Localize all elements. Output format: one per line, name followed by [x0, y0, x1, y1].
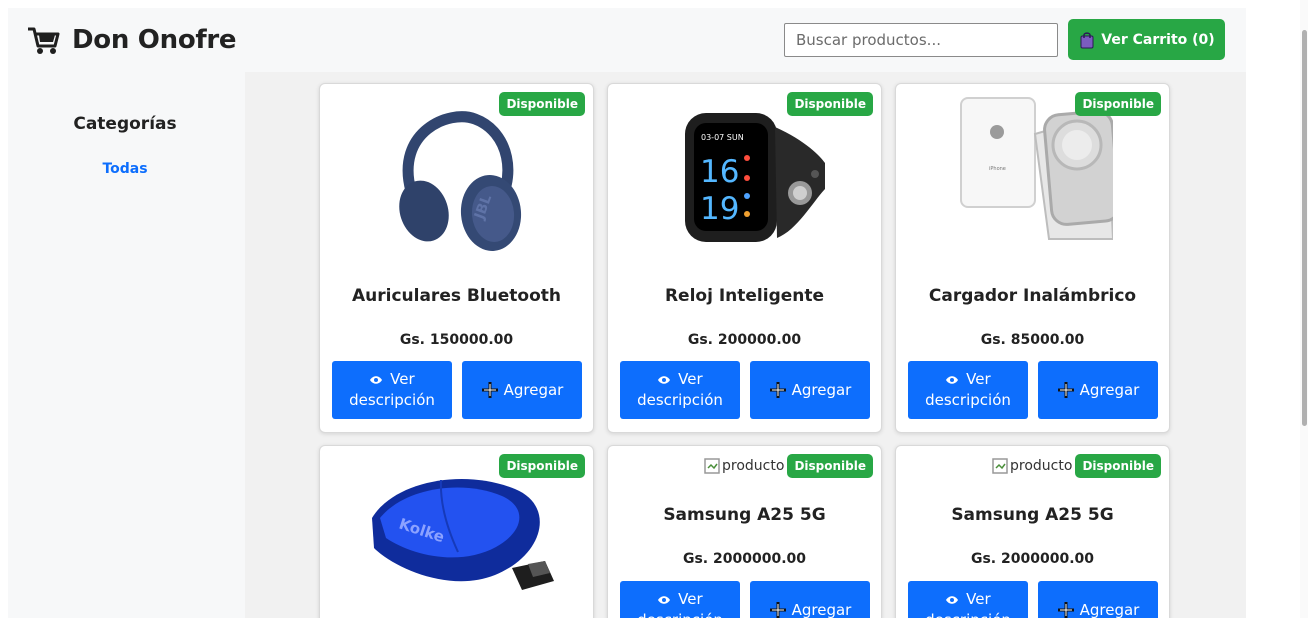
- add-to-cart-button[interactable]: Agregar: [1038, 581, 1158, 618]
- view-description-button[interactable]: Ver descripción: [908, 361, 1028, 419]
- brand[interactable]: Don Onofre: [26, 22, 237, 58]
- view-cart-button[interactable]: Ver Carrito (0): [1068, 19, 1225, 60]
- product-price: Gs. 150000.00: [399, 332, 514, 348]
- broken-product-image: producto: [704, 458, 784, 474]
- shopping-bag-icon: [1080, 31, 1094, 48]
- view-description-label: Ver descripción: [637, 369, 723, 411]
- categories-title: Categorías: [73, 114, 177, 134]
- header: Don Onofre Ver Carrito (0): [8, 8, 1246, 72]
- product-card: Kolke Disponible: [319, 445, 594, 618]
- view-description-button[interactable]: Ver descripción: [908, 581, 1028, 618]
- add-label: Agregar: [503, 380, 564, 399]
- plus-icon: [769, 382, 786, 398]
- availability-badge: Disponible: [787, 92, 873, 116]
- eye-icon: [658, 375, 671, 384]
- plus-icon: [769, 602, 786, 618]
- view-description-label: Ver descripción: [637, 589, 723, 618]
- sidebar: Categorías Todas: [8, 72, 245, 618]
- svg-text:iPhone: iPhone: [989, 166, 1006, 172]
- availability-badge: Disponible: [787, 454, 873, 478]
- view-description-label-line1: Ver: [966, 370, 991, 388]
- image-alt-text: producto: [1010, 458, 1073, 474]
- view-description-label: Ver descripción: [349, 369, 435, 411]
- product-name: Reloj Inteligente: [664, 286, 825, 306]
- product-grid: JBL Disponible Auriculares Bluetooth Gs.…: [245, 72, 1246, 618]
- vertical-scrollbar[interactable]: [1300, 0, 1308, 618]
- view-description-label-line2: descripción: [637, 391, 723, 409]
- view-description-label-line1: Ver: [390, 370, 415, 388]
- category-all-link[interactable]: Todas: [8, 161, 242, 177]
- view-description-button[interactable]: Ver descripción: [332, 361, 452, 419]
- view-description-label-line1: Ver: [678, 370, 703, 388]
- view-description-button[interactable]: Ver descripción: [620, 581, 740, 618]
- view-description-label-line2: descripción: [349, 391, 435, 409]
- product-price: Gs. 85000.00: [980, 332, 1085, 348]
- view-description-label-line2: descripción: [637, 611, 723, 618]
- add-to-cart-button[interactable]: Agregar: [750, 361, 870, 419]
- view-description-label-line1: Ver: [678, 590, 703, 608]
- add-label: Agregar: [791, 380, 852, 399]
- add-label: Agregar: [1079, 380, 1140, 399]
- plus-icon: [481, 382, 498, 398]
- search-input[interactable]: [784, 23, 1058, 57]
- view-description-label-line1: Ver: [966, 590, 991, 608]
- product-name: Samsung A25 5G: [951, 505, 1114, 525]
- store-title: Don Onofre: [72, 25, 237, 55]
- add-to-cart-button[interactable]: Agregar: [1038, 361, 1158, 419]
- smartwatch-image: 03-07 SUN 16 19: [684, 113, 825, 242]
- watch-minutes: 19: [700, 191, 739, 227]
- eye-icon: [946, 375, 959, 384]
- eye-icon: [946, 595, 959, 604]
- product-name: Cargador Inalámbrico: [928, 286, 1137, 306]
- product-price: Gs. 2000000.00: [682, 551, 806, 567]
- wireless-charger-image: iPhone: [959, 97, 1113, 240]
- view-description-label-line2: descripción: [925, 391, 1011, 409]
- product-card: 03-07 SUN 16 19 Disponible Reloj Intelig…: [607, 83, 882, 433]
- add-to-cart-button[interactable]: Agregar: [462, 361, 582, 419]
- view-description-label-line2: descripción: [925, 611, 1011, 618]
- availability-badge: Disponible: [499, 92, 585, 116]
- add-label: Agregar: [1079, 600, 1140, 618]
- availability-badge: Disponible: [1075, 92, 1161, 116]
- page: Don Onofre Ver Carrito (0) Categorías To…: [0, 0, 1308, 618]
- product-price: Gs. 200000.00: [687, 332, 802, 348]
- plus-icon: [1057, 382, 1074, 398]
- view-description-button[interactable]: Ver descripción: [620, 361, 740, 419]
- product-name: Samsung A25 5G: [663, 505, 826, 525]
- broken-image-icon: [704, 458, 720, 474]
- broken-product-image: producto: [992, 458, 1072, 474]
- product-card: producto Disponible Samsung A25 5G Gs. 2…: [895, 445, 1170, 618]
- watch-date: 03-07 SUN: [701, 133, 744, 142]
- add-to-cart-button[interactable]: Agregar: [750, 581, 870, 618]
- product-price: Gs. 2000000.00: [970, 551, 1094, 567]
- watch-hours: 16: [700, 154, 739, 190]
- product-name: Auriculares Bluetooth: [351, 286, 562, 306]
- eye-icon: [370, 375, 383, 384]
- view-description-label: Ver descripción: [925, 369, 1011, 411]
- eye-icon: [658, 595, 671, 604]
- add-label: Agregar: [791, 600, 852, 618]
- scrollbar-thumb[interactable]: [1302, 30, 1307, 426]
- shopping-cart-icon: [28, 27, 60, 54]
- view-description-label: Ver descripción: [925, 589, 1011, 618]
- wireless-mouse-image: Kolke: [371, 478, 554, 590]
- availability-badge: Disponible: [1075, 454, 1161, 478]
- broken-image-icon: [992, 458, 1008, 474]
- plus-icon: [1057, 602, 1074, 618]
- product-card: iPhone Disponible Cargador Inalámbrico G…: [895, 83, 1170, 433]
- product-card: producto Disponible Samsung A25 5G Gs. 2…: [607, 445, 882, 618]
- headphones-image: JBL: [398, 111, 521, 251]
- product-card: JBL Disponible Auriculares Bluetooth Gs.…: [319, 83, 594, 433]
- image-alt-text: producto: [722, 458, 785, 474]
- cart-label: Ver Carrito (0): [1101, 31, 1215, 48]
- availability-badge: Disponible: [499, 454, 585, 478]
